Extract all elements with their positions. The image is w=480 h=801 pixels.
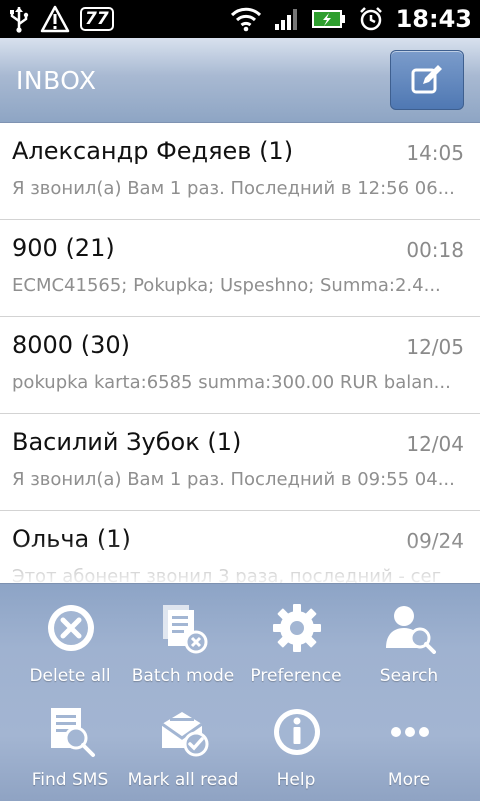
find-sms-icon <box>51 708 95 757</box>
page-title: INBOX <box>16 66 97 95</box>
clock: 18:43 <box>395 5 472 33</box>
message-row[interactable]: 8000 (30) 12/05 pokupka karta:6585 summa… <box>0 317 480 414</box>
menu-label: Preference <box>250 666 342 686</box>
warning-icon <box>40 5 70 33</box>
message-preview: Этот абонент звонил 3 раза, последний - … <box>12 566 442 583</box>
message-preview: Я звонил(а) Вам 1 раз. Последний в 12:56… <box>12 178 455 199</box>
sender-name: 900 (21) <box>12 234 115 262</box>
mark-all-read-button[interactable]: Mark all read <box>123 692 243 796</box>
message-row[interactable]: Василий Зубок (1) 12/04 Я звонил(а) Вам … <box>0 414 480 511</box>
delete-all-button[interactable]: Delete all <box>10 588 130 692</box>
status-bar: 77 18:43 <box>0 0 480 38</box>
menu-label: Find SMS <box>31 770 109 790</box>
message-time: 14:05 <box>406 141 464 165</box>
menu-label: Search <box>379 666 439 686</box>
alarm-clock-icon <box>359 7 382 31</box>
message-time: 09/24 <box>406 529 464 553</box>
signal-icon <box>274 9 297 30</box>
sender-name: Василий Зубок (1) <box>12 428 242 456</box>
menu-label: More <box>387 770 431 790</box>
notification-badge: 77 <box>80 7 114 31</box>
message-preview: pokupka karta:6585 summa:300.00 RUR bala… <box>12 372 451 393</box>
info-icon <box>274 709 320 755</box>
find-sms-button[interactable]: Find SMS <box>10 692 130 796</box>
message-time: 12/05 <box>406 335 464 359</box>
menu-label: Batch mode <box>131 666 235 686</box>
sender-name: 8000 (30) <box>12 331 130 359</box>
batch-mode-button[interactable]: Batch mode <box>123 588 243 692</box>
wifi-icon <box>230 7 261 32</box>
message-time: 12/04 <box>406 432 464 456</box>
compose-icon <box>411 65 442 94</box>
message-row[interactable]: 900 (21) 00:18 ECMC41565; Pokupka; Uspes… <box>0 220 480 317</box>
gear-icon <box>273 604 321 652</box>
batch-mode-icon <box>163 605 208 654</box>
search-contact-icon <box>386 606 436 654</box>
options-menu: Delete all Batch mode Preference Search … <box>0 583 480 801</box>
sender-name: Александр Федяев (1) <box>12 137 294 165</box>
preference-button[interactable]: Preference <box>236 588 356 692</box>
more-button[interactable]: More <box>349 692 469 796</box>
message-time: 00:18 <box>406 238 464 262</box>
sender-name: Ольча (1) <box>12 525 131 553</box>
more-icon <box>391 727 429 737</box>
menu-label: Delete all <box>29 666 111 686</box>
message-list: Александр Федяев (1) 14:05 Я звонил(а) В… <box>0 123 480 583</box>
title-bar: INBOX <box>0 38 480 123</box>
message-preview: Я звонил(а) Вам 1 раз. Последний в 09:55… <box>12 469 455 490</box>
mark-read-icon <box>161 712 209 757</box>
usb-icon <box>10 7 29 33</box>
message-row[interactable]: Ольча (1) 09/24 Этот абонент звонил 3 ра… <box>0 511 480 583</box>
battery-charging-icon <box>311 10 345 28</box>
message-row[interactable]: Александр Федяев (1) 14:05 Я звонил(а) В… <box>0 123 480 220</box>
message-preview: ECMC41565; Pokupka; Uspeshno; Summa:2.4.… <box>12 275 441 296</box>
help-button[interactable]: Help <box>236 692 356 796</box>
menu-label: Help <box>276 770 316 790</box>
menu-label: Mark all read <box>127 770 239 790</box>
search-button[interactable]: Search <box>349 588 469 692</box>
compose-button[interactable] <box>390 50 464 110</box>
delete-all-icon <box>48 605 94 651</box>
